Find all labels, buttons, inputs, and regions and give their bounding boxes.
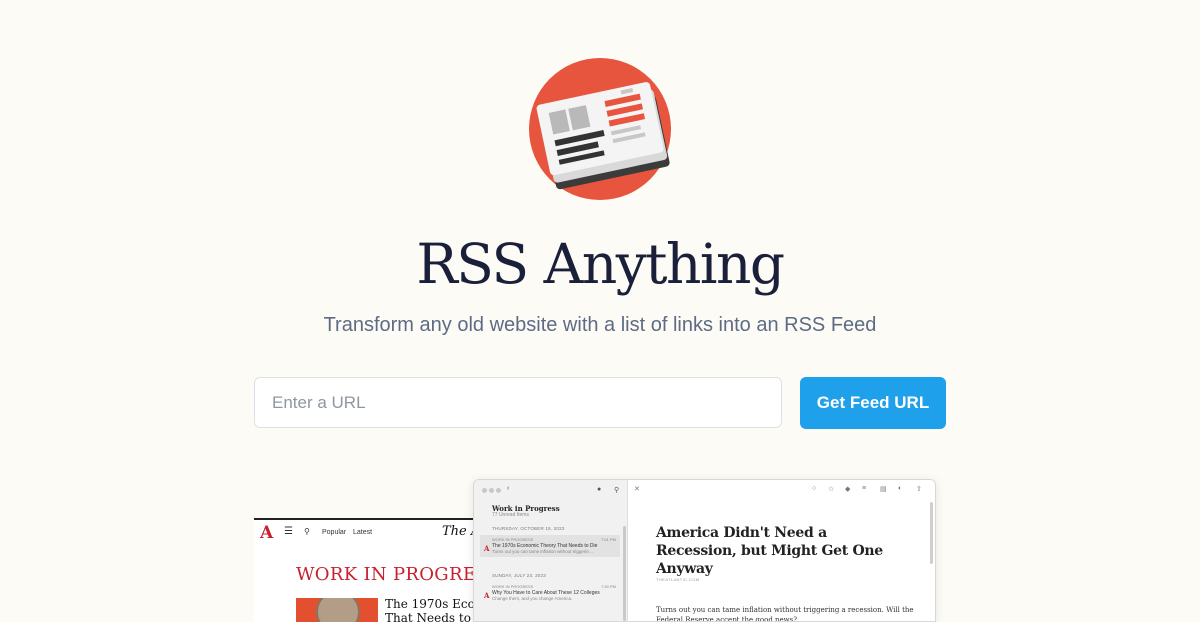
website-nav: A ☰ ⚲ Popular Latest The A [254, 520, 494, 544]
url-input[interactable] [254, 377, 782, 428]
list-toolbar: ‹ ● ⚲ [480, 485, 625, 497]
article-title: America Didn't Need a Recession, but Mig… [656, 525, 883, 577]
window-dot-icon [496, 488, 501, 493]
list-item: A WORK IN PROGRESS The 1970s Economic Th… [480, 535, 620, 557]
reader-view-icon: ≡ [862, 485, 867, 492]
website-section-title: WORK IN PROGRESS [296, 564, 494, 585]
coin-image [316, 598, 360, 622]
source-logo-icon: A [484, 591, 490, 600]
group-date: THURSDAY, OCTOBER 19, 2023 [492, 526, 565, 531]
article-list-pane: ‹ ● ⚲ Work in Progress 77 Unread Items T… [474, 480, 628, 621]
close-icon: ✕ [634, 486, 640, 493]
website-preview: A ☰ ⚲ Popular Latest The A WORK IN PROGR… [254, 518, 494, 622]
group-date: SUNDAY, JULY 23, 2023 [492, 573, 546, 578]
menu-icon: ☰ [284, 526, 293, 537]
share-icon: ⇧ [916, 486, 922, 493]
website-nav-latest: Latest [353, 529, 373, 536]
reader-scrollbar [930, 502, 933, 564]
website-logo: A [260, 523, 274, 543]
article-body: Turns out you can tame inflation without… [656, 606, 914, 622]
list-scrollbar [623, 526, 626, 621]
article-reader-pane: ✕ ○ ☆ ◆ ≡ ▤ ◐ ⇧ America Didn't Need a Re… [628, 480, 935, 621]
check-circle-icon: ● [597, 486, 602, 493]
search-icon: ⚲ [304, 527, 310, 536]
toggle-icon: ◐ [898, 485, 903, 492]
item-snippet: Turns out you can tame inflation without… [492, 549, 594, 554]
page-subtitle: Transform any old website with a list of… [323, 314, 877, 336]
folder-subtitle: 77 Unread Items [492, 512, 529, 518]
item-snippet: Change them, and you change America. [492, 596, 573, 601]
article-thumbnail [296, 598, 378, 622]
website-nav-popular: Popular [322, 529, 347, 536]
item-time: 7:30 PM [601, 584, 616, 589]
reader-toolbar: ✕ ○ ☆ ◆ ≡ ▤ ◐ ⇧ [628, 480, 935, 500]
tag-icon: ◆ [845, 486, 851, 493]
window-dot-icon [482, 488, 487, 493]
reader-app-preview: ‹ ● ⚲ Work in Progress 77 Unread Items T… [473, 479, 936, 622]
newspaper-logo-icon [529, 58, 671, 200]
page-title: RSS Anything [416, 232, 785, 296]
circle-icon: ○ [812, 485, 817, 492]
star-icon: ☆ [828, 486, 835, 493]
search-icon: ⚲ [614, 487, 620, 494]
source-logo-icon: A [484, 544, 490, 553]
list-item: A WORK IN PROGRESS Why You Have to Care … [480, 582, 620, 604]
item-kicker: WORK IN PROGRESS [492, 537, 534, 542]
chevron-left-icon: ‹ [507, 485, 510, 492]
text-format-icon: ▤ [880, 486, 887, 493]
item-kicker: WORK IN PROGRESS [492, 584, 534, 589]
item-time: 7:01 PM [601, 537, 616, 542]
window-dot-icon [489, 488, 494, 493]
article-domain: THEATLANTIC.COM [656, 577, 700, 582]
get-feed-url-button[interactable]: Get Feed URL [800, 377, 946, 429]
